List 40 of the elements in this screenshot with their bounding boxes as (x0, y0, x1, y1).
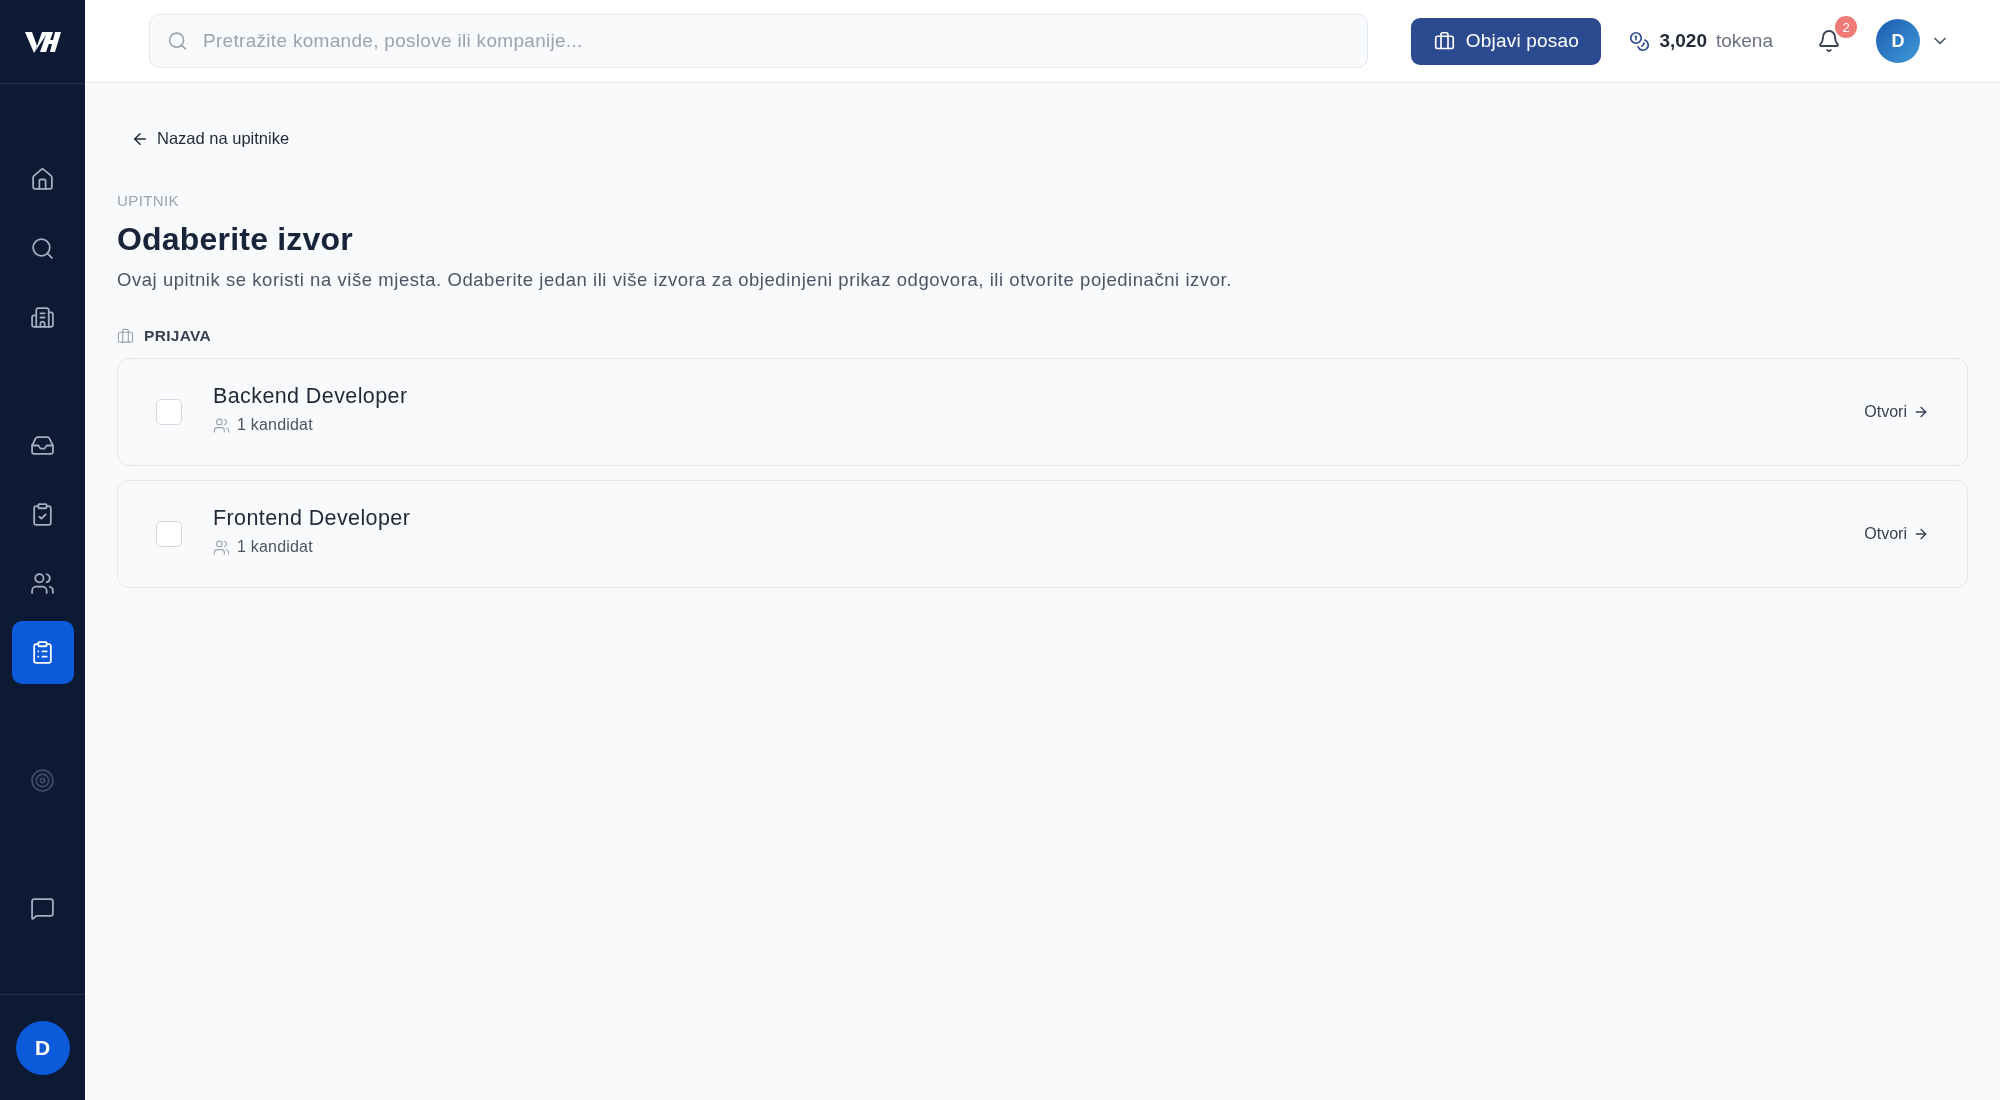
page-title: Odaberite izvor (117, 221, 353, 258)
inbox-icon (30, 433, 55, 458)
open-link[interactable]: Otvori (1864, 525, 1929, 543)
search-icon (30, 236, 55, 261)
coins-icon (1629, 30, 1651, 52)
people-icon (30, 571, 55, 596)
page-description: Ovaj upitnik se koristi na više mjesta. Odaberite jedan ili više izvora za objedinjeni prikaz odgovora, ili otvorite pojedinačni izvor. (117, 269, 1232, 291)
user-avatar[interactable]: D (1876, 19, 1920, 63)
target-icon (30, 768, 55, 793)
token-amount: 3,020 (1659, 30, 1707, 52)
source-name: Frontend Developer (213, 506, 411, 531)
source-checkbox[interactable] (156, 521, 182, 547)
search-field[interactable]: Pretražite komande, poslove ili kompanije... (149, 14, 1369, 68)
sidebar-nav-button[interactable] (11, 621, 74, 684)
back-link[interactable]: Nazad na upitnike (117, 123, 302, 154)
arrow-right-icon (1913, 404, 1929, 420)
candidate-count: 1 kandidat (237, 538, 313, 556)
source-name: Backend Developer (213, 384, 408, 409)
post-job-button[interactable]: Objavi posao (1411, 17, 1602, 65)
clipboard-check-icon (30, 502, 55, 527)
briefcase-icon (117, 327, 134, 345)
section-label: PRIJAVA (144, 327, 211, 345)
candidate-count: 1 kandidat (237, 416, 313, 434)
token-unit: tokena (1715, 30, 1773, 52)
briefcase-icon (1433, 30, 1455, 52)
home-icon (30, 167, 55, 192)
user-avatar[interactable]: D (15, 1020, 70, 1075)
building-icon (30, 305, 55, 330)
logo-icon (24, 29, 61, 54)
open-link[interactable]: Otvori (1864, 403, 1929, 421)
notification-badge: 2 (1835, 16, 1857, 38)
arrow-right-icon (1913, 526, 1929, 542)
bell-icon (1817, 29, 1841, 53)
page-eyebrow: UPITNIK (117, 192, 179, 209)
people-icon (213, 416, 230, 434)
people-icon (213, 538, 230, 556)
clipboard-list-icon (30, 640, 55, 665)
chat-bubble-icon (30, 896, 55, 921)
source-checkbox[interactable] (156, 399, 182, 425)
search-icon (167, 30, 188, 52)
